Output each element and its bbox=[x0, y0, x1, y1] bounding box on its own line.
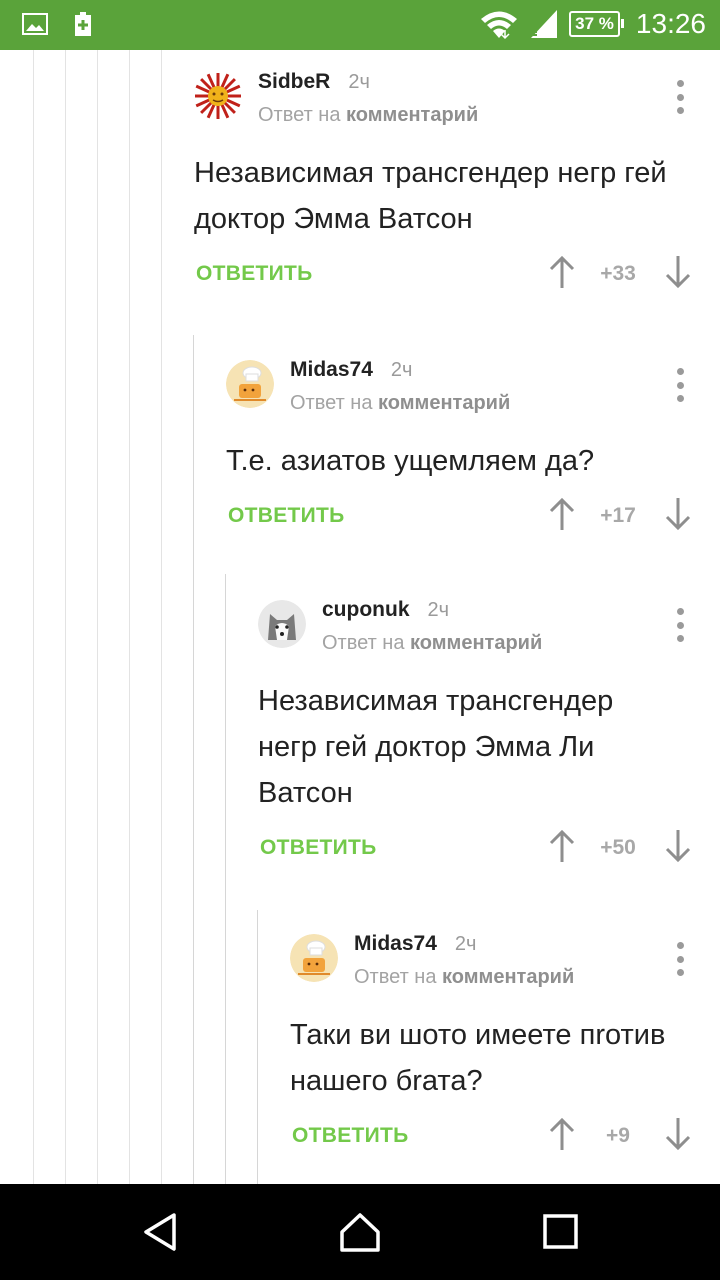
comment-time: 2ч bbox=[454, 933, 477, 955]
battery-saver-icon bbox=[75, 12, 91, 36]
reply-button[interactable]: ОТВЕТИТЬ bbox=[228, 504, 345, 528]
thread-line bbox=[129, 50, 130, 1184]
battery-indicator: 37 % bbox=[569, 11, 624, 37]
chef-avatar-icon bbox=[226, 360, 274, 408]
reply-to: Ответ на комментарий bbox=[354, 966, 575, 988]
comment-time: 2ч bbox=[348, 71, 370, 93]
reply-to: Ответ на комментарий bbox=[258, 104, 479, 126]
recents-icon[interactable] bbox=[538, 1210, 582, 1254]
back-icon[interactable] bbox=[138, 1210, 182, 1254]
avatar[interactable] bbox=[226, 360, 274, 408]
arrow-down-icon[interactable] bbox=[664, 254, 692, 290]
comment: SidbeR 2ч Ответ на комментарий Независима… bbox=[194, 66, 720, 300]
comment-score: +17 bbox=[600, 504, 636, 527]
comment-text: Независимая трансгендер негр гей доктор … bbox=[258, 685, 614, 809]
comment-actions: ОТВЕТИТЬ +17 bbox=[226, 492, 720, 542]
status-clock: 13:26 bbox=[635, 8, 706, 39]
comment-text: Т.е. азиатов ущемляем да? bbox=[226, 445, 595, 477]
comment-header: Midas74 2ч Ответ на комментарий bbox=[290, 928, 720, 998]
reply-button[interactable]: ОТВЕТИТЬ bbox=[260, 836, 377, 860]
thread-line bbox=[97, 50, 98, 1184]
thread-line bbox=[65, 50, 66, 1184]
parent-comment-link[interactable]: комментарий bbox=[346, 104, 478, 126]
comment-author[interactable]: cuponuk 2ч bbox=[322, 598, 449, 622]
arrow-down-icon[interactable] bbox=[664, 1116, 692, 1152]
comment-text: Независимая трансгендер негр гей доктор … bbox=[194, 157, 667, 235]
comment-actions: ОТВЕТИТЬ +9 bbox=[290, 1112, 720, 1162]
navigation-bar bbox=[0, 1184, 720, 1280]
comment-author[interactable]: Midas74 2ч bbox=[354, 932, 476, 956]
comment-header: SidbeR 2ч Ответ на комментарий bbox=[194, 66, 720, 136]
husky-avatar-icon bbox=[258, 600, 306, 648]
parent-comment-link[interactable]: комментарий bbox=[442, 966, 574, 988]
home-icon[interactable] bbox=[338, 1210, 382, 1254]
comment-author[interactable]: Midas74 2ч bbox=[290, 358, 412, 382]
more-vertical-icon[interactable] bbox=[676, 608, 684, 642]
thread-line bbox=[193, 335, 194, 1184]
comment-header: cuponuk 2ч Ответ на комментарий bbox=[258, 594, 720, 664]
sun-avatar-icon bbox=[194, 72, 242, 120]
arrow-down-icon[interactable] bbox=[664, 496, 692, 532]
signal-icon bbox=[531, 10, 558, 38]
arrow-up-icon[interactable] bbox=[548, 828, 576, 864]
parent-comment-link[interactable]: комментарий bbox=[378, 392, 510, 414]
comment-time: 2ч bbox=[427, 599, 450, 621]
comment: Midas74 2ч Ответ на комментарий Таки ви ш… bbox=[290, 928, 720, 1162]
arrow-up-icon[interactable] bbox=[548, 1116, 576, 1152]
thread-line bbox=[161, 50, 162, 1184]
more-vertical-icon[interactable] bbox=[676, 942, 684, 976]
more-vertical-icon[interactable] bbox=[676, 368, 684, 402]
comment-score: +9 bbox=[606, 1124, 630, 1147]
thread-line bbox=[33, 50, 34, 1184]
avatar[interactable] bbox=[258, 600, 306, 648]
comment-text: Таки ви шото имеете пrотив нашего бrата? bbox=[290, 1019, 666, 1097]
reply-to: Ответ на комментарий bbox=[290, 392, 511, 414]
comment-actions: ОТВЕТИТЬ +33 bbox=[194, 250, 720, 300]
wifi-icon bbox=[481, 11, 518, 40]
reply-button[interactable]: ОТВЕТИТЬ bbox=[292, 1124, 409, 1148]
status-bar: 37 % 13:26 bbox=[0, 0, 720, 50]
arrow-up-icon[interactable] bbox=[548, 254, 576, 290]
reply-button[interactable]: ОТВЕТИТЬ bbox=[196, 262, 313, 286]
comment-time: 2ч bbox=[390, 359, 413, 381]
comment: Midas74 2ч Ответ на комментарий Т.е. азиа… bbox=[226, 354, 720, 542]
comment-score: +33 bbox=[600, 262, 636, 285]
arrow-down-icon[interactable] bbox=[664, 828, 692, 864]
thread-line bbox=[257, 910, 258, 1184]
comment-score: +50 bbox=[600, 836, 636, 859]
reply-to: Ответ на комментарий bbox=[322, 632, 543, 654]
image-notification-icon bbox=[22, 13, 48, 35]
avatar[interactable] bbox=[194, 72, 242, 120]
avatar[interactable] bbox=[290, 934, 338, 982]
more-vertical-icon[interactable] bbox=[676, 80, 684, 114]
thread-line bbox=[225, 574, 226, 1184]
comment-header: Midas74 2ч Ответ на комментарий bbox=[226, 354, 720, 424]
parent-comment-link[interactable]: комментарий bbox=[410, 632, 542, 654]
comment-author[interactable]: SidbeR 2ч bbox=[258, 70, 370, 94]
chef-avatar-icon bbox=[290, 934, 338, 982]
comment: cuponuk 2ч Ответ на комментарий Независим… bbox=[258, 594, 720, 874]
comment-actions: ОТВЕТИТЬ +50 bbox=[258, 824, 720, 874]
arrow-up-icon[interactable] bbox=[548, 496, 576, 532]
